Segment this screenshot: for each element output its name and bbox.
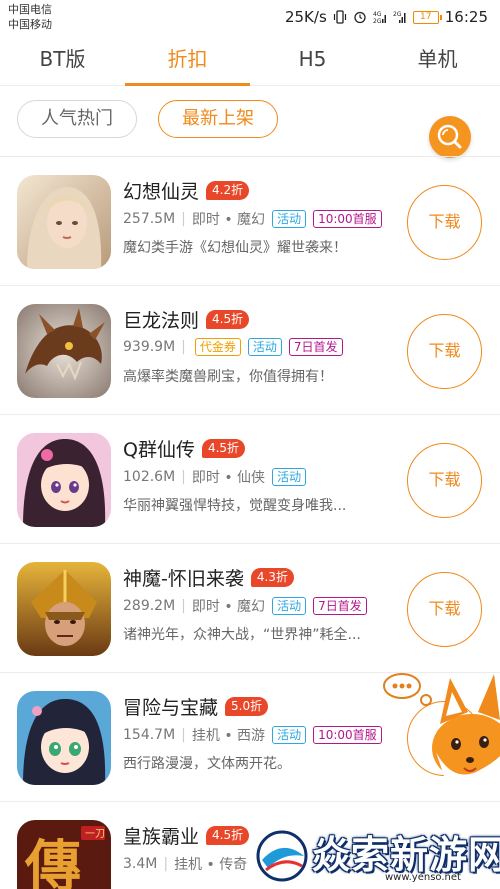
svg-text:傳: 傳	[24, 834, 81, 889]
filter-newest-button[interactable]: 最新上架	[158, 100, 278, 138]
first-release-tag: 7日首发	[288, 338, 343, 356]
watermark: 焱索新游网 www.yenso.net	[250, 820, 500, 889]
discount-badge: 4.5折	[206, 310, 250, 329]
game-icon-qgroup[interactable]	[17, 433, 111, 527]
signal-2g-icon: 2G	[393, 11, 406, 23]
game-genre: 即时 • 魔幻	[191, 212, 266, 228]
battery-icon: 17	[412, 10, 442, 24]
game-row[interactable]: 幻想仙灵 4.2折 257.5M | 即时 • 魔幻 活动 10:00首服 魔幻…	[0, 157, 500, 286]
coupon-tag: 代金券	[194, 338, 241, 356]
game-icon-fairy[interactable]	[17, 175, 111, 269]
game-description: 魔幻类手游《幻想仙灵》耀世袭来！	[123, 240, 347, 256]
download-button[interactable]: 下载	[407, 185, 482, 260]
svg-text:2G: 2G	[373, 18, 382, 24]
svg-text:一刀: 一刀	[85, 829, 105, 840]
game-genre: 即时 • 仙侠	[191, 470, 266, 486]
download-button[interactable]: 下载	[407, 443, 482, 518]
activity-tag: 活动	[272, 210, 307, 228]
network-speed: 25K/s	[284, 8, 327, 26]
game-description: 诸神光年，众神大战，“世界神”耗全...	[123, 627, 361, 643]
carrier-1: 中国电信	[8, 3, 52, 16]
activity-tag: 活动	[247, 338, 282, 356]
filter-popular-button[interactable]: 人气热门	[17, 100, 137, 138]
game-genre: 即时 • 魔幻	[191, 599, 266, 615]
meta-separator: |	[181, 727, 186, 743]
game-size: 3.4M	[123, 856, 158, 872]
meta-separator: |	[181, 469, 186, 485]
watermark-text: 焱索新游网	[312, 833, 500, 877]
game-name: 神魔-怀旧来袭	[123, 568, 244, 590]
tab-bt[interactable]: BT版	[0, 34, 125, 85]
game-name: 冒险与宝藏	[123, 697, 219, 719]
category-tabs: BT版 折扣 H5 单机	[0, 34, 500, 86]
svg-text:4G: 4G	[373, 11, 382, 18]
game-row[interactable]: 神魔-怀旧来袭 4.3折 289.2M | 即时 • 魔幻 活动 7日首发 诸神…	[0, 544, 500, 673]
activity-tag: 活动	[272, 597, 307, 615]
discount-badge: 4.5折	[201, 439, 246, 458]
game-genre: 挂机 • 传奇	[174, 857, 248, 873]
game-description: 华丽神翼强悍特技，觉醒变身唯我...	[123, 498, 347, 514]
vibrate-icon	[333, 10, 346, 24]
meta-separator: |	[181, 211, 186, 227]
meta-separator: |	[181, 339, 186, 355]
activity-tag: 活动	[272, 468, 307, 486]
fox-mascot-icon[interactable]	[380, 664, 500, 814]
watermark-url: www.yenso.net	[385, 872, 461, 883]
tab-discount[interactable]: 折扣	[125, 34, 250, 86]
alarm-icon	[354, 11, 366, 24]
status-bar: 中国电信 中国移动 25K/s 4G 2G 2G 17 16:25	[0, 0, 500, 34]
carrier-2: 中国移动	[8, 18, 52, 31]
first-server-tag: 10:00首服	[313, 726, 382, 744]
discount-badge: 5.0折	[225, 697, 269, 716]
download-button[interactable]: 下载	[407, 314, 482, 389]
activity-tag: 活动	[272, 726, 307, 744]
game-description: 高爆率类魔兽刷宝，你值得拥有！	[123, 369, 333, 385]
tab-standalone[interactable]: 单机	[375, 34, 500, 85]
tab-h5[interactable]: H5	[250, 34, 375, 85]
signal-4g-icon: 4G2G	[373, 11, 386, 24]
svg-text:2G: 2G	[393, 11, 402, 18]
filter-bar: 人气热门 最新上架	[0, 86, 500, 158]
game-genre: 挂机 • 西游	[191, 728, 266, 744]
game-name: 巨龙法则	[123, 310, 200, 332]
game-name: 皇族霸业	[123, 826, 200, 848]
game-name: Q群仙传	[123, 439, 195, 461]
discount-badge: 4.2折	[206, 181, 250, 200]
meta-separator: |	[163, 856, 169, 872]
first-server-tag: 10:00首服	[313, 210, 382, 228]
first-release-tag: 7日首发	[313, 597, 367, 615]
game-size: 289.2M	[123, 598, 176, 614]
search-button[interactable]	[429, 116, 471, 158]
game-description: 西行路漫漫，文体两开花。	[123, 756, 291, 772]
discount-badge: 4.5折	[206, 826, 250, 845]
game-size: 102.6M	[123, 469, 176, 485]
search-icon	[437, 124, 462, 149]
game-name: 幻想仙灵	[123, 181, 200, 203]
meta-separator: |	[181, 598, 186, 614]
game-size: 939.9M	[123, 339, 176, 355]
watermark-logo-icon	[256, 830, 308, 882]
clock: 16:25	[444, 8, 488, 26]
game-row[interactable]: 巨龙法则 4.5折 939.9M | 代金券 活动 7日首发 高爆率类魔兽刷宝，…	[0, 286, 500, 415]
game-row[interactable]: Q群仙传 4.5折 102.6M | 即时 • 仙侠 活动 华丽神翼强悍特技，觉…	[0, 415, 500, 544]
game-icon-adventure[interactable]	[17, 691, 111, 785]
download-button[interactable]: 下载	[407, 572, 482, 647]
game-size: 154.7M	[123, 727, 176, 743]
discount-badge: 4.3折	[250, 568, 294, 587]
game-icon-dragon[interactable]	[17, 304, 111, 398]
game-icon-royal[interactable]: 傳 一刀	[17, 820, 111, 889]
game-icon-godsdemons[interactable]	[17, 562, 111, 656]
game-size: 257.5M	[123, 211, 176, 227]
